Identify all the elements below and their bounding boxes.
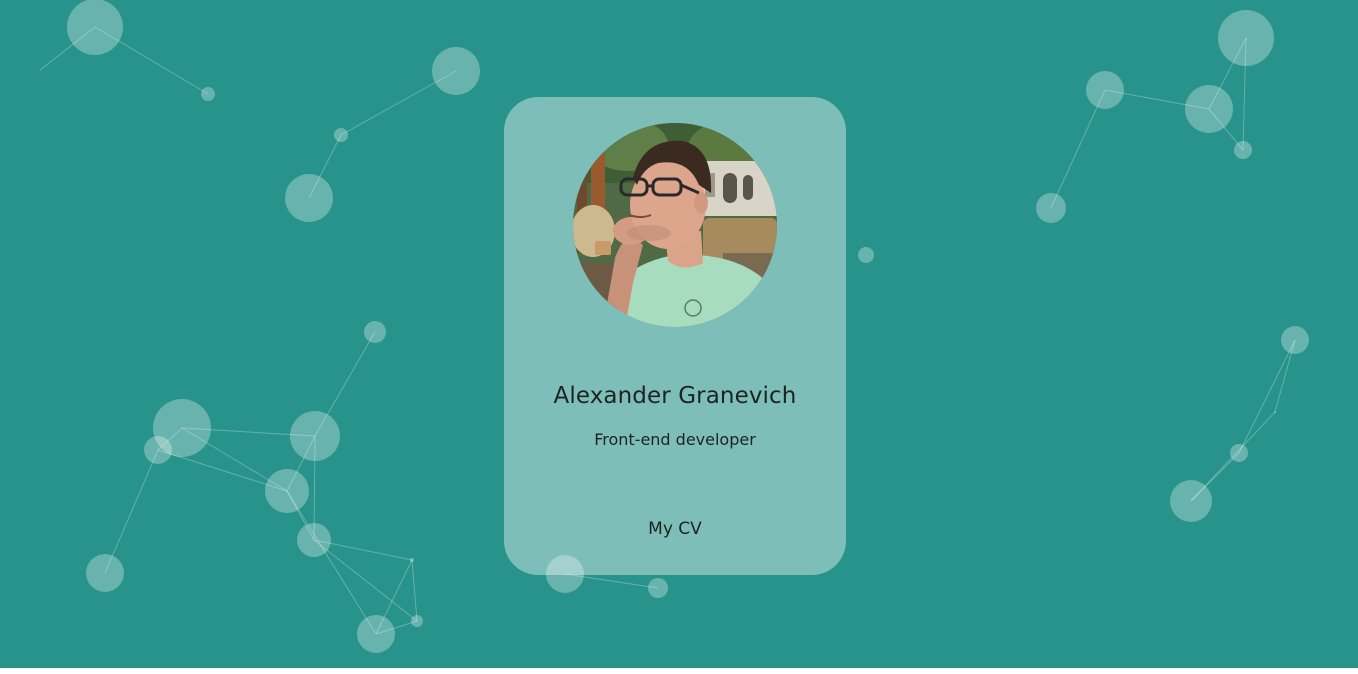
profile-role: Front-end developer xyxy=(594,430,756,449)
profile-name: Alexander Granevich xyxy=(553,383,797,409)
avatar-photo xyxy=(573,123,777,327)
avatar xyxy=(573,123,777,327)
cv-link[interactable]: My CV xyxy=(635,515,715,543)
profile-card: Alexander Granevich Front-end developer … xyxy=(504,97,846,575)
particles-background: Alexander Granevich Front-end developer … xyxy=(0,0,1358,668)
